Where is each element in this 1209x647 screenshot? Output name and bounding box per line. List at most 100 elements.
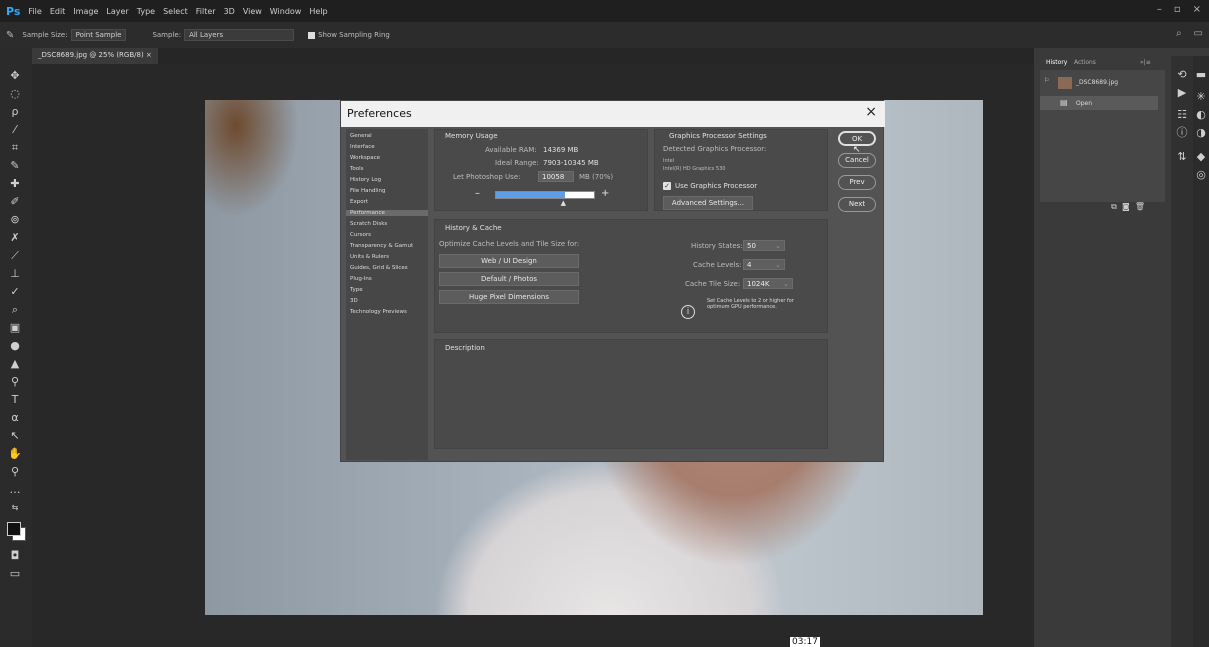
category-3d[interactable]: 3D (350, 298, 358, 304)
direct-select-icon[interactable]: ↖ (6, 428, 24, 444)
category-general[interactable]: General (350, 133, 372, 139)
camera-icon[interactable]: ◙ (1122, 202, 1130, 211)
marquee-tool-icon[interactable]: ◌ (6, 86, 24, 102)
menu-layer[interactable]: Layer (106, 7, 128, 16)
triangle-icon[interactable]: ▲ (6, 356, 24, 372)
menu-help[interactable]: Help (309, 7, 327, 16)
crop-tool-icon[interactable]: ⌗ (6, 140, 24, 156)
close-icon[interactable]: × (865, 104, 877, 120)
minimize-icon[interactable]: – (1157, 4, 1162, 15)
menu-type[interactable]: Type (137, 7, 155, 16)
workspace-icon[interactable]: ▭ (1194, 28, 1203, 39)
menu-file[interactable]: File (28, 7, 41, 16)
hand-tool-icon[interactable]: ✋ (6, 446, 24, 462)
panel-menu-icon[interactable]: »|≡ (1140, 59, 1151, 66)
category-export[interactable]: Export (350, 199, 368, 205)
new-document-from-state-icon[interactable]: ⧉ (1111, 202, 1117, 211)
dodge-tool-icon[interactable]: ⌕ (6, 302, 24, 318)
category-interface[interactable]: Interface (350, 144, 375, 150)
category-units-rulers[interactable]: Units & Rulers (350, 254, 389, 260)
use-gpu-checkbox[interactable]: ✓ (663, 182, 671, 190)
styles-icon[interactable]: ◐ (1194, 108, 1208, 122)
show-ring-checkbox[interactable] (308, 31, 316, 39)
drop-icon[interactable]: ● (6, 338, 24, 354)
menu-3d[interactable]: 3D (224, 7, 235, 16)
memory-slider-thumb[interactable]: ▲ (561, 199, 566, 207)
foreground-color-swatch[interactable] (7, 522, 21, 536)
info-panel-icon[interactable]: ⓘ (1175, 126, 1189, 140)
category-transparency-gamut[interactable]: Transparency & Gamut (350, 243, 413, 249)
history-states-input[interactable]: 50 ⌄ (743, 240, 785, 251)
move-tool-icon[interactable]: ✥ (6, 68, 24, 84)
category-history-log[interactable]: History Log (350, 177, 381, 183)
prev-button[interactable]: Prev (838, 175, 876, 190)
memory-slider[interactable] (495, 191, 595, 199)
channels-icon[interactable]: ◆ (1194, 150, 1208, 164)
trash-icon[interactable]: 🗑 (1135, 202, 1145, 211)
restore-icon[interactable]: ▫ (1174, 4, 1181, 15)
cancel-button[interactable]: Cancel (838, 153, 876, 168)
brush-source-icon[interactable]: ⚐ (1044, 77, 1049, 84)
pen-tool-icon[interactable]: ⚲ (6, 374, 24, 390)
increase-memory-icon[interactable]: + (601, 188, 609, 199)
category-technology-previews[interactable]: Technology Previews (350, 309, 407, 315)
history-step[interactable]: ▤ Open (1040, 96, 1158, 110)
category-type[interactable]: Type (350, 287, 363, 293)
blur-tool-icon[interactable]: ✓ (6, 284, 24, 300)
eyedropper-tool-icon[interactable]: ✎ (6, 158, 24, 174)
quick-select-tool-icon[interactable]: ⁄ (6, 122, 24, 138)
category-plug-ins[interactable]: Plug-Ins (350, 276, 372, 282)
document-tab[interactable]: _DSC8689.jpg @ 25% (RGB/8) × (32, 48, 158, 64)
menu-image[interactable]: Image (73, 7, 98, 16)
search-icon[interactable]: ⌕ (1176, 28, 1182, 39)
category-cursors[interactable]: Cursors (350, 232, 371, 238)
sample-size-select[interactable]: Point Sample (70, 29, 127, 41)
category-guides-grid-slices[interactable]: Guides, Grid & Slices (350, 265, 408, 271)
next-button[interactable]: Next (838, 197, 876, 212)
huge-pixel-dimensions-button[interactable]: Huge Pixel Dimensions (439, 290, 579, 304)
category-scratch-disks[interactable]: Scratch Disks (350, 221, 387, 227)
advanced-settings-button[interactable]: Advanced Settings... (663, 196, 753, 210)
quick-mask-icon[interactable]: ◘ (6, 548, 24, 564)
history-snapshot[interactable]: ⚐ _DSC8689.jpg (1040, 74, 1165, 92)
path-select-icon[interactable]: ⍺ (6, 410, 24, 426)
close-window-icon[interactable]: × (1193, 4, 1201, 15)
tab-history[interactable]: History (1046, 59, 1067, 66)
category-file-handling[interactable]: File Handling (350, 188, 385, 194)
eraser-tool-icon[interactable]: ⟋ (6, 248, 24, 264)
menu-filter[interactable]: Filter (196, 7, 216, 16)
layers-icon[interactable]: ◑ (1194, 126, 1208, 140)
history-brush-icon[interactable]: ✗ (6, 230, 24, 246)
menu-view[interactable]: View (243, 7, 262, 16)
category-performance[interactable]: Performance (346, 210, 428, 216)
default-photos-button[interactable]: Default / Photos (439, 272, 579, 286)
stamp-tool-icon[interactable]: ⊚ (6, 212, 24, 228)
rect-shape-icon[interactable]: ▣ (6, 320, 24, 336)
color-icon[interactable]: ▬ (1194, 68, 1208, 82)
swap-colors-icon[interactable]: ⇆ (6, 500, 24, 516)
healing-tool-icon[interactable]: ✚ (6, 176, 24, 192)
history-icon[interactable]: ⟲ (1175, 68, 1189, 82)
memory-use-input[interactable]: 10058 (538, 171, 574, 182)
category-tools[interactable]: Tools (350, 166, 364, 172)
menu-edit[interactable]: Edit (50, 7, 66, 16)
more-tools-icon[interactable]: … (6, 482, 24, 498)
swatches-icon[interactable]: ✳ (1194, 90, 1208, 104)
tab-actions[interactable]: Actions (1074, 59, 1096, 66)
ok-button[interactable]: OK (838, 131, 876, 146)
cache-tile-size-select[interactable]: 1024K ⌄ (743, 278, 793, 289)
paths-icon[interactable]: ◎ (1194, 168, 1208, 182)
type-tool-icon[interactable]: T (6, 392, 24, 408)
sample-select[interactable]: All Layers (184, 29, 295, 41)
properties-icon[interactable]: ☷ (1175, 108, 1189, 122)
eyedropper-icon[interactable]: ✎ (6, 30, 14, 41)
web-ui-design-button[interactable]: Web / UI Design (439, 254, 579, 268)
gradient-tool-icon[interactable]: ⊥ (6, 266, 24, 282)
cache-levels-input[interactable]: 4 ⌄ (743, 259, 785, 270)
menu-select[interactable]: Select (163, 7, 188, 16)
decrease-memory-icon[interactable]: – (475, 188, 480, 199)
screen-mode-icon[interactable]: ▭ (6, 566, 24, 582)
adjustments-icon[interactable]: ⇅ (1175, 150, 1189, 164)
zoom-tool-icon[interactable]: ⚲ (6, 464, 24, 480)
brush-tool-icon[interactable]: ✐ (6, 194, 24, 210)
